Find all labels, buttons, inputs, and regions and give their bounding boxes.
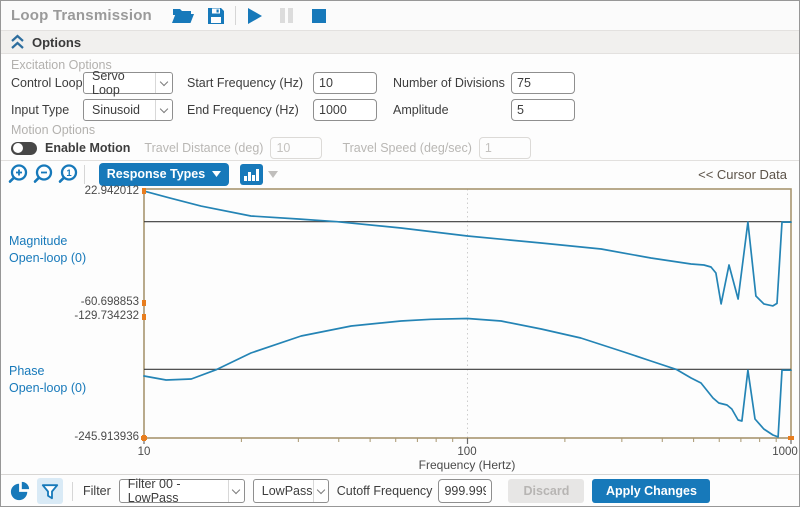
play-icon xyxy=(246,7,263,25)
phase-axis-title: Phase Open-loop (0) xyxy=(9,363,86,397)
control-loop-label: Control Loop xyxy=(11,76,83,90)
chart-toolbar-divider xyxy=(84,165,85,184)
pie-chart-icon xyxy=(10,481,30,501)
magnitude-axis-title: Magnitude Open-loop (0) xyxy=(9,233,86,267)
open-file-button[interactable] xyxy=(170,4,196,28)
pie-chart-button[interactable] xyxy=(7,478,33,504)
chevron-down-icon xyxy=(155,100,172,120)
x-axis-title: Frequency (Hertz) xyxy=(367,458,567,472)
travel-speed-label: Travel Speed (deg/sec) xyxy=(342,141,471,155)
filter-type-select[interactable]: LowPass xyxy=(253,479,329,503)
divisions-label: Number of Divisions xyxy=(393,76,511,90)
run-button[interactable] xyxy=(242,4,268,28)
zoom-reset-button[interactable]: 1 xyxy=(55,162,80,187)
phase-trace-label: Open-loop (0) xyxy=(9,380,86,397)
svg-text:1: 1 xyxy=(66,168,72,179)
travel-speed-input[interactable] xyxy=(479,137,531,159)
filter-select-value: Filter 00 - LowPass xyxy=(128,477,228,505)
response-types-button[interactable]: Response Types xyxy=(99,163,229,186)
travel-distance-label: Travel Distance (deg) xyxy=(144,141,263,155)
chart-region: 22.942012 -60.698853 -129.734232 -245.91… xyxy=(1,187,800,474)
phase-label: Phase xyxy=(9,363,86,380)
filter-bar: Filter Filter 00 - LowPass LowPass Cutof… xyxy=(1,474,799,507)
divisions-input[interactable] xyxy=(511,72,575,94)
cutoff-frequency-input[interactable] xyxy=(438,479,492,503)
stop-button[interactable] xyxy=(306,4,332,28)
apply-changes-button[interactable]: Apply Changes xyxy=(592,479,710,503)
toolbar-divider xyxy=(235,6,236,25)
input-type-label: Input Type xyxy=(11,103,83,117)
phase-ymin-label: -245.913936 xyxy=(1,431,139,443)
filter-label: Filter xyxy=(83,484,111,498)
amplitude-label: Amplitude xyxy=(393,103,511,117)
input-type-select[interactable]: Sinusoid xyxy=(83,99,173,121)
xtick-10: 10 xyxy=(121,446,167,458)
control-loop-select[interactable]: Servo Loop xyxy=(83,72,173,94)
filter-view-button[interactable] xyxy=(37,478,63,504)
xtick-100: 100 xyxy=(444,446,490,458)
bar-chart-icon xyxy=(244,169,259,181)
collapse-chevrons-icon xyxy=(10,34,25,50)
zoom-out-button[interactable] xyxy=(30,162,55,187)
pause-button[interactable] xyxy=(274,4,300,28)
cutoff-frequency-label: Cutoff Frequency xyxy=(337,484,433,498)
enable-motion-label: Enable Motion xyxy=(45,141,130,155)
travel-distance-input[interactable] xyxy=(270,137,322,159)
magnitude-label: Magnitude xyxy=(9,233,86,250)
filter-select[interactable]: Filter 00 - LowPass xyxy=(119,479,245,503)
cursor-data-expander[interactable]: << Cursor Data xyxy=(698,167,787,182)
amplitude-input[interactable] xyxy=(511,99,575,121)
motion-options-label: Motion Options xyxy=(11,123,95,137)
control-loop-value: Servo Loop xyxy=(92,69,155,97)
discard-button[interactable]: Discard xyxy=(508,479,584,503)
response-types-label: Response Types xyxy=(107,167,205,181)
caret-down-icon xyxy=(212,171,221,177)
start-frequency-label: Start Frequency (Hz) xyxy=(187,76,313,90)
filter-funnel-icon xyxy=(40,482,60,501)
stop-icon xyxy=(311,8,327,24)
chevron-down-icon xyxy=(155,73,172,93)
pause-icon xyxy=(279,7,294,24)
start-frequency-input[interactable] xyxy=(313,72,377,94)
chart-type-caret-icon[interactable] xyxy=(268,171,278,178)
magnitude-trace-label: Open-loop (0) xyxy=(9,250,86,267)
phase-ymax-label: -129.734232 xyxy=(1,310,139,322)
zoom-out-icon xyxy=(32,163,54,185)
options-header-label: Options xyxy=(32,35,81,50)
filter-bar-divider xyxy=(72,482,73,501)
enable-motion-toggle[interactable] xyxy=(11,142,37,155)
zoom-reset-icon: 1 xyxy=(57,163,79,185)
end-frequency-label: End Frequency (Hz) xyxy=(187,103,313,117)
mag-ymin-label: -60.698853 xyxy=(1,296,139,308)
save-icon xyxy=(206,6,226,26)
chevron-down-icon xyxy=(313,480,328,502)
folder-open-icon xyxy=(171,6,195,26)
options-collapse-header[interactable]: Options xyxy=(1,30,799,54)
input-type-value: Sinusoid xyxy=(92,103,140,117)
chevron-down-icon xyxy=(228,480,244,502)
save-button[interactable] xyxy=(203,4,229,28)
title-bar: Loop Transmission xyxy=(1,1,799,30)
page-title: Loop Transmission xyxy=(11,7,152,24)
chart-toolbar: 1 Response Types << Cursor Data xyxy=(1,160,799,187)
xtick-1000: 1000 xyxy=(762,446,800,458)
filter-type-value: LowPass xyxy=(262,484,313,498)
chart-type-button[interactable] xyxy=(240,164,263,185)
end-frequency-input[interactable] xyxy=(313,99,377,121)
options-panel: Excitation Options Control Loop Servo Lo… xyxy=(1,55,799,160)
loop-transmission-window: Loop Transmission xyxy=(0,0,800,507)
zoom-in-icon xyxy=(7,163,29,185)
mag-ymax-label: 22.942012 xyxy=(1,185,139,197)
zoom-in-button[interactable] xyxy=(5,162,30,187)
